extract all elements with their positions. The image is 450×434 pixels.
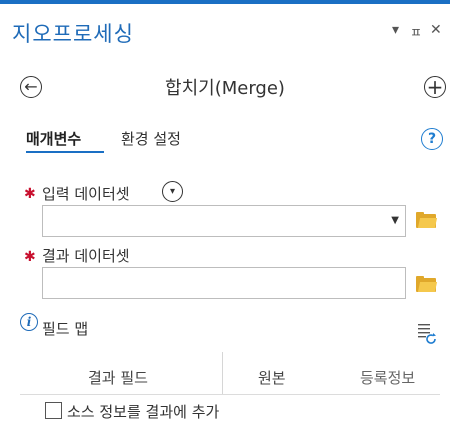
help-icon[interactable]: ? [421,128,443,150]
output-dataset-label: 결과 데이터셋 [42,247,130,265]
pane-top-border [0,0,450,4]
add-source-info-checkbox[interactable] [45,402,62,419]
plus-icon: + [426,75,444,99]
field-map-separator [20,394,440,395]
list-refresh-icon [418,324,436,344]
add-source-info-label: 소스 정보를 결과에 추가 [67,403,220,421]
column-header-properties[interactable]: 등록정보 [360,367,415,388]
column-header-source[interactable]: 원본 [258,367,286,388]
active-tab-underline [26,151,104,153]
add-button[interactable]: + [424,76,446,98]
info-icon[interactable]: i [20,313,38,331]
chevron-down-icon: ▾ [169,185,176,197]
browse-output-button[interactable] [416,276,438,292]
column-header-output-field[interactable]: 결과 필드 [88,367,148,388]
output-dataset-input[interactable] [42,267,406,299]
tool-title: 합치기(Merge) [165,78,285,99]
input-datasets-dropdown[interactable]: ▼ [42,205,406,237]
tab-parameters[interactable]: 매개변수 [26,128,81,149]
required-marker-icon: ✱ [24,186,36,202]
close-icon[interactable]: ✕ [430,22,442,38]
input-datasets-label: 입력 데이터셋 [42,185,130,203]
pin-icon[interactable]: ㅍ [410,22,422,41]
pane-title: 지오프로세싱 [12,22,134,46]
required-marker-icon: ✱ [24,249,36,265]
column-divider [222,352,223,394]
folder-icon [417,218,438,228]
field-map-label: 필드 맵 [42,320,89,338]
tab-environments[interactable]: 환경 설정 [121,128,181,149]
pane-menu-icon[interactable]: ▾ [392,22,399,38]
folder-icon [417,282,438,292]
browse-input-button[interactable] [416,212,438,228]
dropdown-arrow-icon: ▼ [391,215,399,226]
expand-input-button[interactable]: ▾ [162,181,183,202]
field-map-options-button[interactable] [418,322,438,344]
